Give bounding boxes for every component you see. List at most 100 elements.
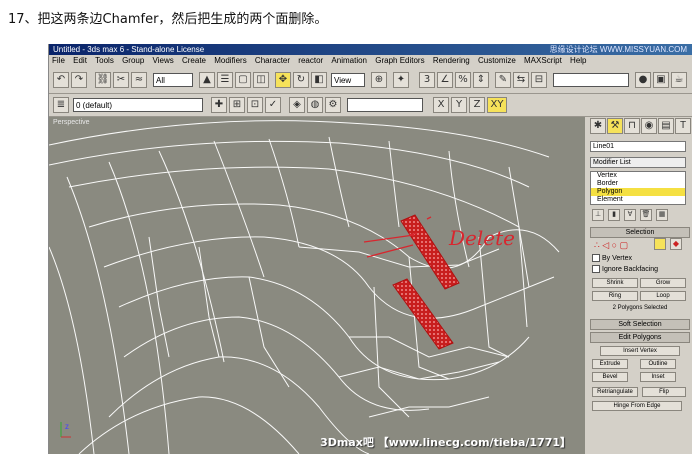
tools-icon[interactable]: ⚙: [325, 97, 341, 113]
rotate-icon[interactable]: ↻: [293, 72, 309, 88]
pivot-center-icon[interactable]: ⊕: [371, 72, 387, 88]
shrink-button[interactable]: Shrink: [592, 278, 638, 288]
inset-button[interactable]: Inset: [640, 372, 676, 382]
menu-edit[interactable]: Edit: [73, 56, 87, 65]
show-end-result-icon[interactable]: ▮: [608, 209, 620, 221]
undo-icon[interactable]: ↶: [53, 72, 69, 88]
utilities-tab-icon[interactable]: T: [675, 118, 691, 134]
layer-manager-icon[interactable]: ≣: [53, 97, 69, 113]
axis-z-button[interactable]: Z: [469, 97, 485, 113]
create-layer-icon[interactable]: ✚: [211, 97, 227, 113]
render-scene-icon[interactable]: ▣: [653, 72, 669, 88]
stack-item-vertex[interactable]: Vertex: [591, 172, 685, 180]
align-icon[interactable]: ⊟: [531, 72, 547, 88]
edit-polygons-rollout-header[interactable]: Edit Polygons: [590, 332, 690, 343]
named-selection-icon[interactable]: ✎: [495, 72, 511, 88]
by-vertex-checkbox[interactable]: By Vertex: [592, 254, 632, 262]
bind-space-warp-icon[interactable]: ≈: [131, 72, 147, 88]
menu-maxscript[interactable]: MAXScript: [524, 56, 562, 65]
link-icon[interactable]: ⛓: [95, 72, 111, 88]
ignore-backfacing-checkbox[interactable]: Ignore Backfacing: [592, 265, 658, 273]
select-manipulate-icon[interactable]: ✦: [393, 72, 409, 88]
site-overlay-text: 3Dmax吧 【www.linecg.com/tieba/1771】: [320, 436, 571, 449]
menu-file[interactable]: File: [52, 56, 65, 65]
extrude-button[interactable]: Extrude: [592, 359, 628, 369]
redo-icon[interactable]: ↷: [71, 72, 87, 88]
delete-annotation-text: Delete: [448, 226, 515, 250]
motion-tab-icon[interactable]: ◉: [641, 118, 657, 134]
flip-button[interactable]: Flip: [642, 387, 686, 397]
stack-item-element[interactable]: Element: [591, 196, 685, 204]
sphere-icon[interactable]: ◍: [307, 97, 323, 113]
percent-snap-icon[interactable]: %: [455, 72, 471, 88]
material-editor-icon[interactable]: ●: [635, 72, 651, 88]
remove-modifier-icon[interactable]: 🗑: [640, 209, 652, 221]
select-layer-icon[interactable]: ⊡: [247, 97, 263, 113]
menu-group[interactable]: Group: [122, 56, 144, 65]
select-by-name-icon[interactable]: ☰: [217, 72, 233, 88]
selection-filter-select[interactable]: All: [153, 73, 193, 87]
mirror-icon[interactable]: ⇆: [513, 72, 529, 88]
ref-coord-select[interactable]: View: [331, 73, 365, 87]
named-selection-set-select[interactable]: [553, 73, 629, 87]
scale-icon[interactable]: ◧: [311, 72, 327, 88]
menu-create[interactable]: Create: [182, 56, 206, 65]
bevel-button[interactable]: Bevel: [592, 372, 628, 382]
move-icon[interactable]: ✥: [275, 72, 291, 88]
main-toolbar: ↶ ↷ ⛓ ✂ ≈ All ▲ ☰ ▢ ◫ ✥ ↻ ◧ View ⊕ ✦ 3 ∠…: [49, 67, 692, 94]
modify-tab-icon[interactable]: ⚒: [607, 118, 623, 134]
insert-vertex-button[interactable]: Insert Vertex: [600, 346, 680, 356]
window-crossing-icon[interactable]: ◫: [253, 72, 269, 88]
display-tab-icon[interactable]: ▤: [658, 118, 674, 134]
add-to-layer-icon[interactable]: ⊞: [229, 97, 245, 113]
watermark: 思缘设计论坛 WWW.MISSYUAN.COM: [549, 45, 687, 54]
menu-rendering[interactable]: Rendering: [433, 56, 470, 65]
menu-customize[interactable]: Customize: [478, 56, 516, 65]
title-bar: Untitled - 3ds max 6 - Stand-alone Licen…: [49, 44, 692, 55]
configure-sets-icon[interactable]: ▦: [656, 209, 668, 221]
select-object-icon[interactable]: ▲: [199, 72, 215, 88]
make-unique-icon[interactable]: ∀: [624, 209, 636, 221]
hinge-from-edge-button[interactable]: Hinge From Edge: [592, 401, 682, 411]
hierarchy-tab-icon[interactable]: ⊓: [624, 118, 640, 134]
stack-item-polygon[interactable]: Polygon: [591, 188, 685, 196]
modifier-list-select[interactable]: Modifier List: [590, 157, 686, 168]
menu-graph-editors[interactable]: Graph Editors: [375, 56, 424, 65]
create-tab-icon[interactable]: ✱: [590, 118, 606, 134]
box-icon[interactable]: ◈: [289, 97, 305, 113]
layer-select[interactable]: 0 (default): [73, 98, 203, 112]
ring-button[interactable]: Ring: [592, 291, 638, 301]
menu-views[interactable]: Views: [153, 56, 174, 65]
retriangulate-button[interactable]: Retriangulate: [592, 387, 638, 397]
by-vertex-label: By Vertex: [602, 254, 632, 262]
outline-button[interactable]: Outline: [640, 359, 676, 369]
element-mode-icon[interactable]: ◆: [670, 238, 682, 250]
selection-rollout-header[interactable]: Selection: [590, 227, 690, 238]
polygon-mode-icon[interactable]: [654, 238, 666, 250]
stack-item-border[interactable]: Border: [591, 180, 685, 188]
region-select-icon[interactable]: ▢: [235, 72, 251, 88]
perspective-viewport[interactable]: Perspective Delete z 3Dmax吧 【www.linecg.…: [49, 117, 585, 454]
axis-x-button[interactable]: X: [433, 97, 449, 113]
pin-stack-icon[interactable]: ⊥: [592, 209, 604, 221]
set-current-layer-icon[interactable]: ✓: [265, 97, 281, 113]
angle-snap-icon[interactable]: ∠: [437, 72, 453, 88]
spinner-snap-icon[interactable]: ⇕: [473, 72, 489, 88]
snap-toggle-icon[interactable]: 3: [419, 72, 435, 88]
menu-tools[interactable]: Tools: [95, 56, 114, 65]
extra-select[interactable]: [347, 98, 423, 112]
subobject-level-icons[interactable]: ∴ ◁ ○ ▢: [594, 240, 628, 251]
grow-button[interactable]: Grow: [640, 278, 686, 288]
unlink-icon[interactable]: ✂: [113, 72, 129, 88]
menu-reactor[interactable]: reactor: [298, 56, 323, 65]
menu-animation[interactable]: Animation: [331, 56, 367, 65]
quick-render-icon[interactable]: ☕: [671, 72, 687, 88]
loop-button[interactable]: Loop: [640, 291, 686, 301]
menu-modifiers[interactable]: Modifiers: [214, 56, 246, 65]
axis-xy-button[interactable]: XY: [487, 97, 507, 113]
menu-help[interactable]: Help: [570, 56, 586, 65]
object-name-field[interactable]: Line01: [590, 141, 686, 152]
menu-character[interactable]: Character: [255, 56, 290, 65]
soft-selection-rollout-header[interactable]: Soft Selection: [590, 319, 690, 330]
axis-y-button[interactable]: Y: [451, 97, 467, 113]
